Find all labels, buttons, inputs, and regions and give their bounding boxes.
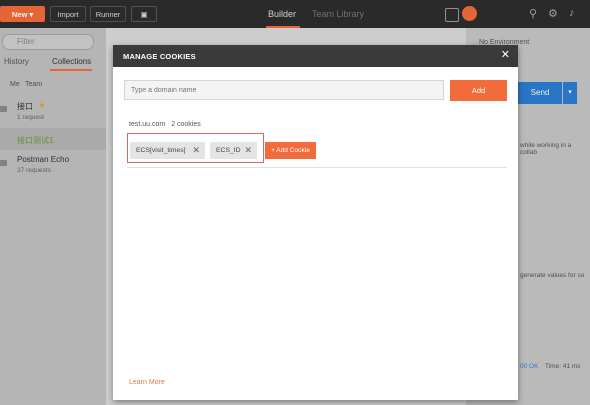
cookie-count: 2 cookies <box>171 121 201 128</box>
remove-cookie-icon[interactable]: ✕ <box>244 142 252 159</box>
remove-cookie-icon[interactable]: ✕ <box>192 142 200 159</box>
cookie-name: ECS_ID <box>216 147 241 154</box>
learn-more-link[interactable]: Learn More <box>129 379 165 386</box>
add-domain-button[interactable]: Add <box>450 80 507 101</box>
divider <box>127 167 507 168</box>
close-icon[interactable]: ✕ <box>501 50 510 61</box>
cookie-chip[interactable]: ECS_ID ✕ <box>210 142 257 159</box>
domain-input[interactable] <box>124 80 444 100</box>
cookie-name: ECS[visit_times] <box>136 147 186 154</box>
domain-row: test.uu.com 2 cookies <box>129 121 201 128</box>
modal-title: MANAGE COOKIES <box>123 52 196 61</box>
manage-cookies-modal: MANAGE COOKIES ✕ Add test.uu.com 2 cookie… <box>113 45 518 400</box>
cookie-chip[interactable]: ECS[visit_times] ✕ <box>130 142 205 159</box>
add-cookie-button[interactable]: + Add Cookie <box>265 142 316 159</box>
modal-header: MANAGE COOKIES ✕ <box>113 45 518 67</box>
domain-name: test.uu.com <box>129 121 166 128</box>
